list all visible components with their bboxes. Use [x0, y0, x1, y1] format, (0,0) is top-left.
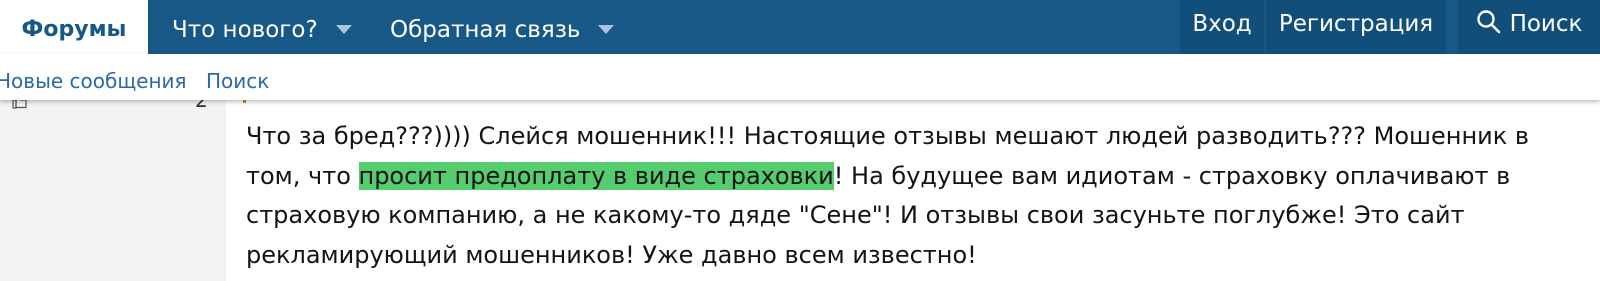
register-label: Регистрация: [1278, 11, 1434, 37]
search-icon: [1476, 10, 1500, 34]
search-label: Поиск: [1509, 11, 1583, 37]
tab-feedback-label: Обратная связь: [390, 17, 581, 43]
highlighted-text: просит предоплату в виде страховки: [358, 161, 834, 190]
tab-forums-label: Форумы: [21, 17, 127, 42]
search-link[interactable]: Поиск: [206, 54, 269, 108]
chevron-down-icon[interactable]: [335, 25, 352, 34]
top-navigation-bar: Форумы Что нового? Обратная связь Вход Р…: [0, 0, 1600, 54]
tab-whats-new[interactable]: Что нового?: [172, 0, 352, 54]
login-label: Вход: [1192, 11, 1252, 37]
register-button[interactable]: Регистрация: [1266, 0, 1446, 54]
search-button[interactable]: Поиск: [1458, 0, 1600, 54]
chevron-down-icon[interactable]: [598, 25, 615, 34]
new-posts-link[interactable]: Новые сообщения: [0, 54, 187, 108]
tab-whats-new-label: Что нового?: [172, 17, 318, 43]
sub-navigation-bar: Новые сообщения Поиск: [0, 54, 1600, 100]
post-author-column: [0, 100, 226, 281]
tab-feedback[interactable]: Обратная связь: [390, 0, 615, 54]
tab-forums[interactable]: Форумы: [0, 0, 148, 54]
login-button[interactable]: Вход: [1180, 0, 1264, 54]
post-message: Что за бред???)))) Слейся мошенник!!! На…: [246, 117, 1586, 275]
